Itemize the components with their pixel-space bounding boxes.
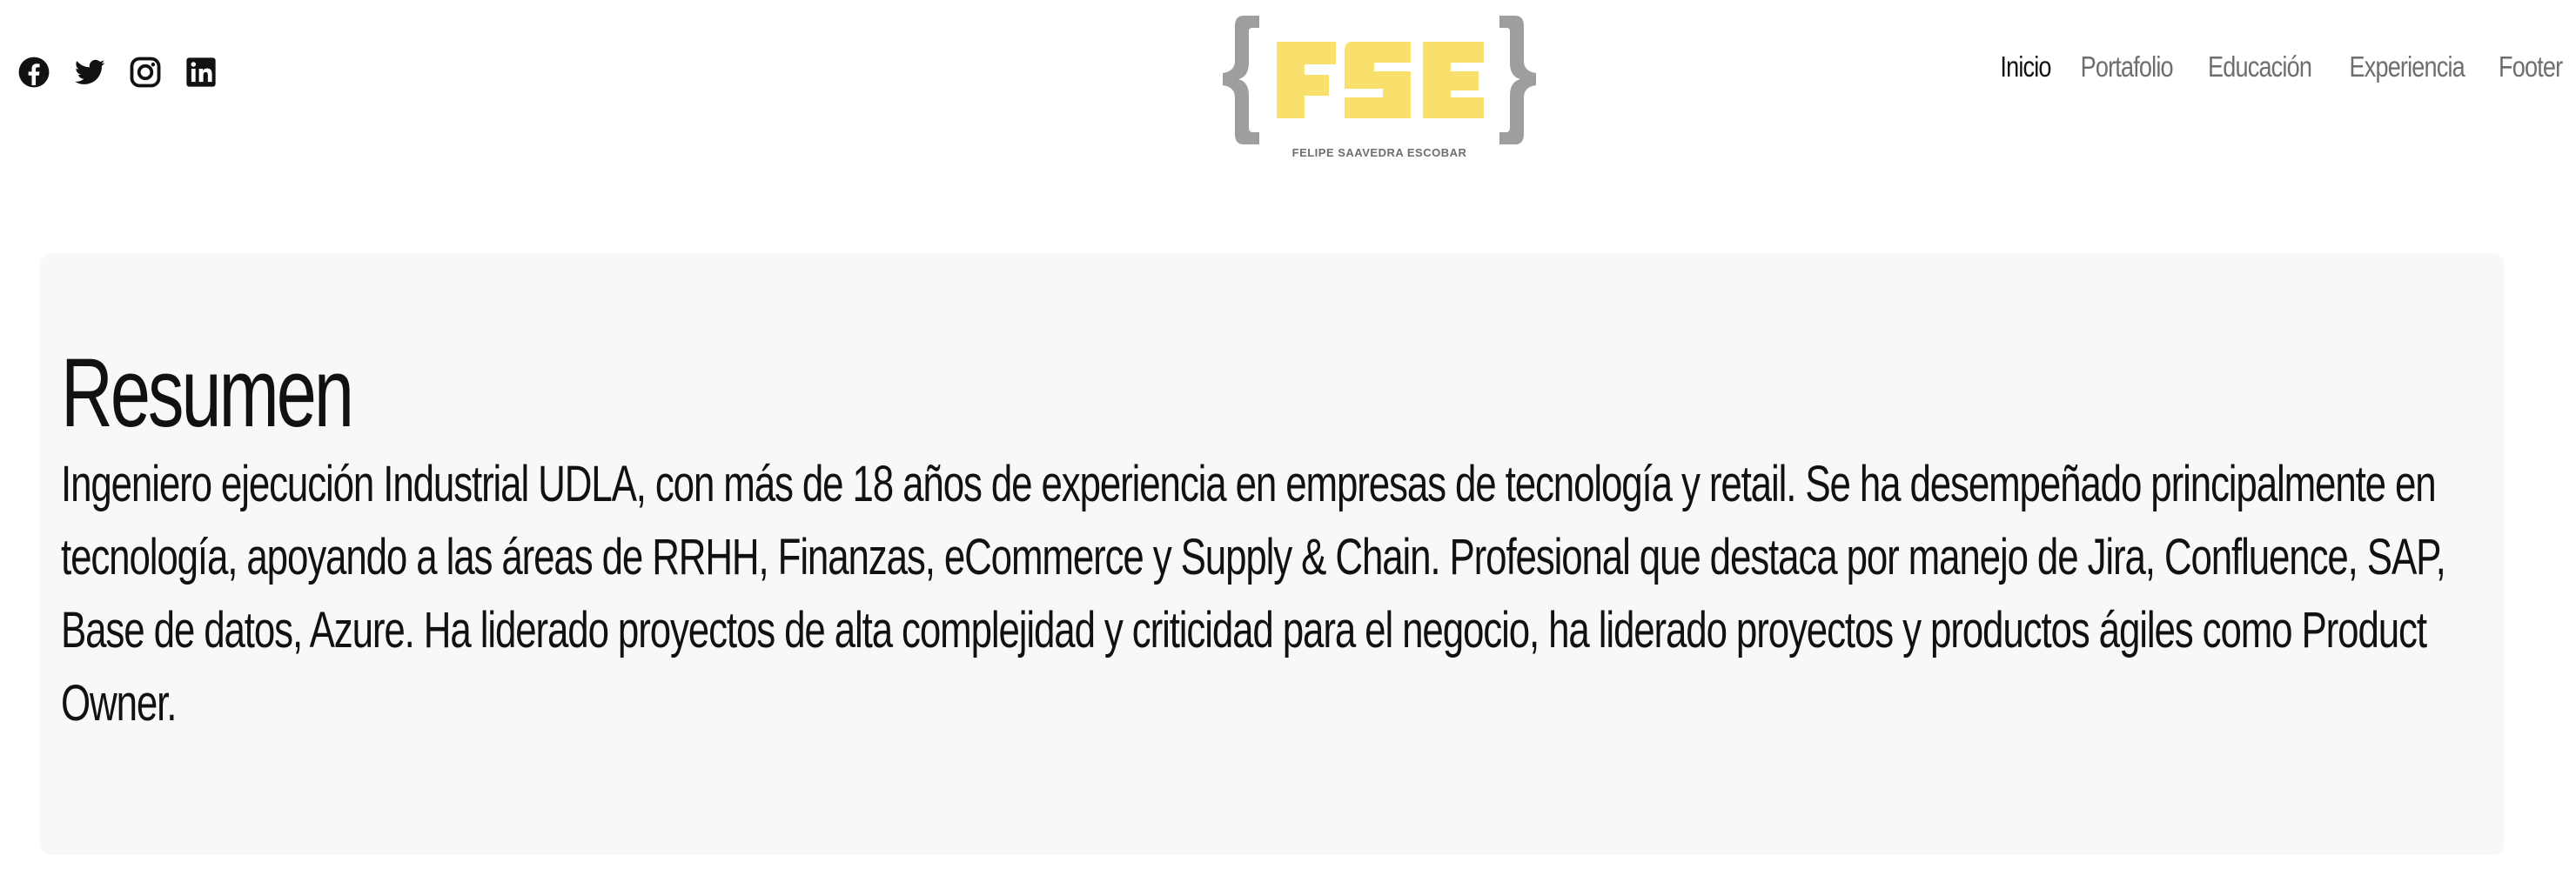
nav-item-educacion[interactable]: Educación [2208,50,2312,84]
left-brace [1223,16,1259,144]
letter-s [1345,42,1411,118]
nav-item-inicio[interactable]: Inicio [2000,50,2051,84]
facebook-link[interactable] [17,56,50,89]
letter-e [1423,42,1484,118]
summary-title: Resumen [61,338,354,447]
twitter-icon [74,59,105,84]
twitter-link[interactable] [73,56,106,89]
site-logo[interactable]: FELIPE SAAVEDRA ESCOBAR [1214,10,1545,163]
nav-item-portafolio[interactable]: Portafolio [2080,50,2173,84]
nav-item-experiencia[interactable]: Experiencia [2350,50,2465,84]
summary-body-wrapper: Ingeniero ejecución Industrial UDLA, con… [61,448,2498,740]
linkedin-icon [186,57,216,87]
right-brace [1499,16,1536,144]
nav-item-footer[interactable]: Footer [2499,50,2563,84]
social-links [17,56,218,89]
summary-body: Ingeniero ejecución Industrial UDLA, con… [61,456,2446,732]
fse-logo-graphic: FELIPE SAAVEDRA ESCOBAR [1223,16,1536,159]
letter-f [1277,42,1336,118]
site-header: FELIPE SAAVEDRA ESCOBAR Inicio Portafoli… [0,0,2576,174]
summary-card: Resumen Ingeniero ejecución Industrial U… [40,253,2505,855]
instagram-icon [130,57,161,88]
instagram-link[interactable] [129,56,162,89]
facebook-icon [18,57,50,88]
main-nav: Inicio Portafolio Educación Experiencia … [2000,50,2563,84]
logo-subtitle: FELIPE SAAVEDRA ESCOBAR [1292,146,1467,159]
linkedin-link[interactable] [184,56,218,89]
